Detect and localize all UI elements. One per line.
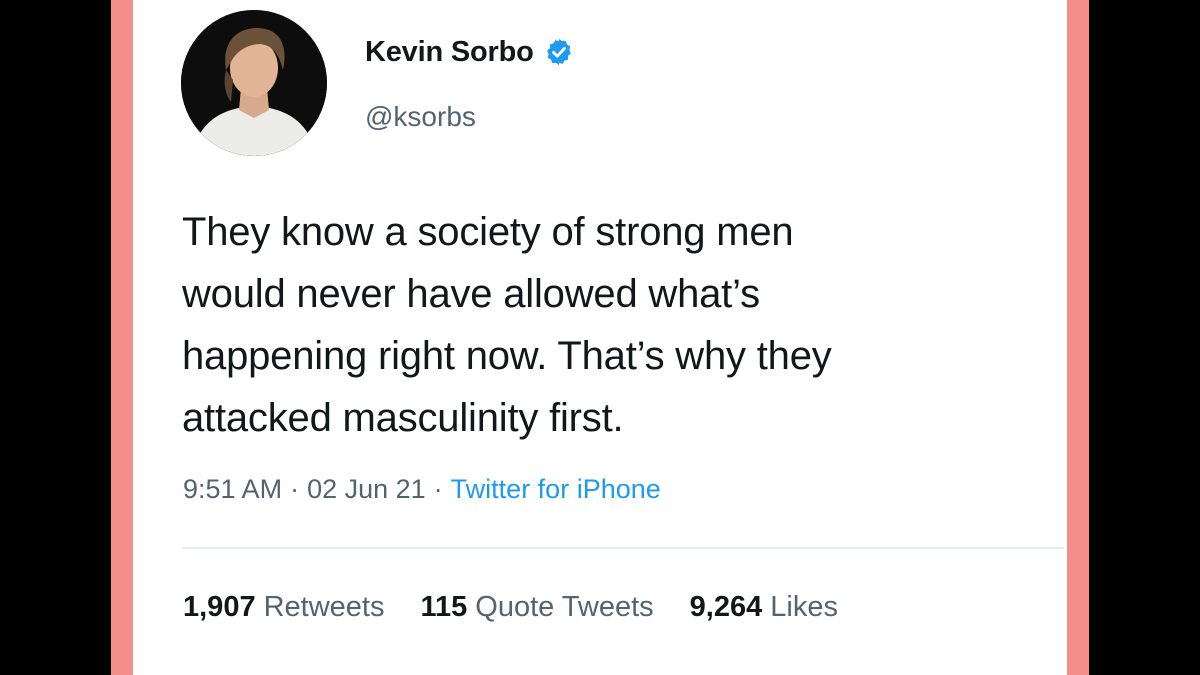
likes-count: 9,264 bbox=[689, 591, 763, 623]
likes-stat[interactable]: 9,264 Likes bbox=[690, 591, 838, 624]
retweets-stat[interactable]: 1,907 Retweets bbox=[183, 591, 384, 624]
tweet-source[interactable]: Twitter for iPhone bbox=[451, 474, 661, 504]
tweet-stats: 1,907 Retweets 115 Quote Tweets 9,264 Likes bbox=[183, 591, 838, 624]
verified-badge-icon bbox=[544, 37, 574, 67]
author-handle[interactable]: @ksorbs bbox=[365, 101, 476, 133]
meta-separator: · bbox=[290, 474, 300, 504]
avatar[interactable] bbox=[181, 10, 327, 156]
tweet-date[interactable]: 02 Jun 21 bbox=[307, 474, 426, 504]
meta-separator: · bbox=[433, 474, 443, 504]
display-name[interactable]: Kevin Sorbo bbox=[365, 36, 534, 69]
divider bbox=[182, 547, 1064, 549]
tweet-text: They know a society of strong men would … bbox=[182, 210, 832, 440]
tweet-time[interactable]: 9:51 AM bbox=[183, 474, 282, 504]
quote-tweets-stat[interactable]: 115 Quote Tweets bbox=[420, 591, 653, 624]
likes-label: Likes bbox=[770, 591, 838, 623]
quote-tweets-label: Quote Tweets bbox=[475, 591, 654, 623]
tweet-card: Kevin Sorbo @ksorbs They know a society … bbox=[133, 0, 1067, 675]
tweet-meta: 9:51 AM · 02 Jun 21 · Twitter for iPhone bbox=[183, 474, 661, 505]
author-row: Kevin Sorbo bbox=[365, 32, 574, 72]
right-frame-border bbox=[1067, 0, 1089, 675]
left-frame-border bbox=[111, 0, 133, 675]
retweets-label: Retweets bbox=[263, 591, 385, 623]
quote-tweets-count: 115 bbox=[420, 591, 468, 623]
retweets-count: 1,907 bbox=[183, 591, 256, 623]
